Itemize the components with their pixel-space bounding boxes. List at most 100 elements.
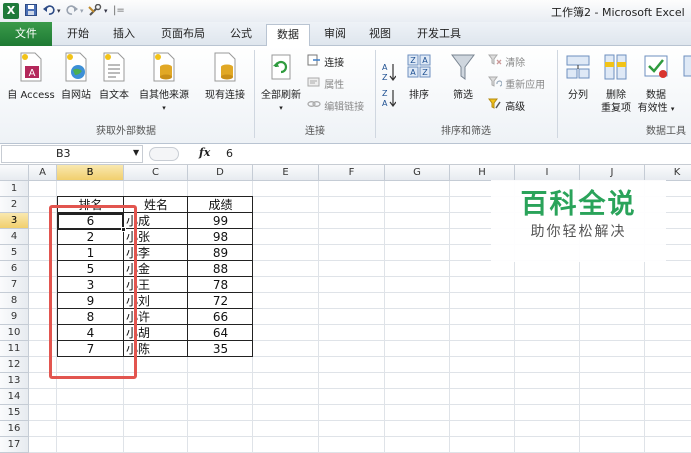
row-header-13[interactable]: 13 (0, 373, 29, 389)
reapply-label: 重新应用 (505, 80, 546, 91)
sort-label: 排序 (409, 90, 429, 101)
from-access-label: 自 Access (7, 90, 55, 101)
redo-icon[interactable] (66, 4, 78, 20)
excel-logo-icon[interactable]: X (3, 3, 19, 19)
reapply-filter-icon (488, 76, 505, 91)
row-header-7[interactable]: 7 (0, 277, 29, 293)
column-header-e[interactable]: E (253, 165, 319, 181)
table-header-score[interactable]: 成绩 (188, 197, 253, 213)
row-header-6[interactable]: 6 (0, 261, 29, 277)
from-text-button[interactable]: 自文本 (96, 52, 132, 102)
table-cell-score[interactable]: 66 (188, 309, 253, 325)
data-validation-button[interactable]: 数据 有效性 ▾ (636, 52, 676, 116)
tab-data[interactable]: 数据 (266, 24, 310, 47)
table-border (252, 196, 253, 357)
ribbon-tabs: 文件 开始 插入 页面布局 公式 数据 审阅 视图 开发工具 (0, 22, 691, 47)
row-header-10[interactable]: 10 (0, 325, 29, 341)
row-header-11[interactable]: 11 (0, 341, 29, 357)
filter-button[interactable]: 筛选 (445, 52, 481, 102)
consolidate-icon (682, 52, 691, 86)
consolidate-button[interactable] (682, 52, 691, 89)
table-cell-score[interactable]: 64 (188, 325, 253, 341)
tab-file[interactable]: 文件 (0, 22, 52, 46)
tab-insert[interactable]: 插入 (106, 24, 142, 46)
tab-home[interactable]: 开始 (60, 24, 96, 46)
gridline (384, 181, 385, 453)
clear-button[interactable]: 清除 (488, 54, 525, 71)
sort-descending-button[interactable]: ZA (382, 88, 397, 111)
text-to-columns-label: 分列 (568, 90, 588, 101)
sort-button[interactable]: ZAAZ 排序 (402, 52, 436, 102)
row-header-9[interactable]: 9 (0, 309, 29, 325)
properties-label: 属性 (324, 80, 345, 91)
column-header-b[interactable]: B (57, 165, 124, 181)
refresh-all-button[interactable]: 全部刷新 ▾ (258, 52, 304, 115)
undo-dropdown-icon[interactable]: ▾ (57, 4, 61, 18)
row-header-8[interactable]: 8 (0, 293, 29, 309)
from-other-sources-button[interactable]: 自其他来源 ▾ (134, 52, 194, 115)
row-header-3[interactable]: 3 (0, 213, 29, 229)
text-file-icon (96, 52, 132, 86)
column-header-j[interactable]: J (580, 165, 645, 181)
table-cell-score[interactable]: 98 (188, 229, 253, 245)
table-cell-score[interactable]: 72 (188, 293, 253, 309)
existing-connections-button[interactable]: 现有连接 (200, 52, 250, 102)
column-header-f[interactable]: F (319, 165, 385, 181)
formula-input[interactable]: 6 (226, 147, 233, 160)
svg-text:Z: Z (410, 56, 416, 65)
column-header-d[interactable]: D (188, 165, 253, 181)
row-header-12[interactable]: 12 (0, 357, 29, 373)
insert-function-icon[interactable]: fx (199, 146, 210, 159)
row-header-2[interactable]: 2 (0, 197, 29, 213)
tab-review[interactable]: 审阅 (317, 24, 353, 46)
connections-button[interactable]: 连接 (307, 54, 344, 71)
data-validation-label-line1: 数据 (646, 90, 666, 101)
tools-dropdown-icon[interactable]: ▾ (104, 4, 108, 18)
chevron-down-icon[interactable]: ▼ (133, 148, 139, 157)
save-icon[interactable] (25, 4, 37, 20)
tab-page-layout[interactable]: 页面布局 (153, 24, 213, 46)
row-header-15[interactable]: 15 (0, 405, 29, 421)
from-access-button[interactable]: A 自 Access (4, 52, 58, 102)
table-cell-score[interactable]: 99 (188, 213, 253, 229)
qat-customize[interactable]: |= (113, 4, 125, 18)
undo-icon[interactable] (43, 4, 55, 20)
sort-dialog-icon: ZAAZ (402, 52, 436, 86)
properties-button[interactable]: 属性 (307, 76, 344, 93)
table-cell-score[interactable]: 35 (188, 341, 253, 357)
table-cell-score[interactable]: 89 (188, 245, 253, 261)
table-cell-score[interactable]: 88 (188, 261, 253, 277)
sort-ascending-button[interactable]: AZ (382, 62, 397, 85)
column-header-i[interactable]: I (515, 165, 580, 181)
from-web-button[interactable]: 自网站 (58, 52, 94, 102)
name-box[interactable]: B3 (1, 145, 143, 163)
tools-icon[interactable] (88, 3, 102, 21)
row-header-14[interactable]: 14 (0, 389, 29, 405)
table-cell-score[interactable]: 78 (188, 277, 253, 293)
edit-links-button[interactable]: 编辑链接 (307, 98, 364, 115)
column-header-h[interactable]: H (450, 165, 515, 181)
redo-dropdown-icon[interactable]: ▾ (80, 4, 84, 18)
svg-text:Z: Z (382, 73, 388, 82)
row-header-1[interactable]: 1 (0, 181, 29, 197)
tab-developer[interactable]: 开发工具 (409, 24, 469, 46)
tab-formulas[interactable]: 公式 (223, 24, 259, 46)
column-header-c[interactable]: C (124, 165, 188, 181)
gridline (318, 181, 319, 453)
text-to-columns-button[interactable]: 分列 (562, 52, 594, 102)
tab-view[interactable]: 视图 (362, 24, 398, 46)
remove-duplicates-button[interactable]: 删除 重复项 (598, 52, 634, 115)
title-bar: X ▾ ▾ ▾ |= 工作簿2 - Microsoft Excel (0, 0, 691, 22)
column-header-g[interactable]: G (385, 165, 450, 181)
column-header-k[interactable]: K (645, 165, 691, 181)
reapply-button[interactable]: 重新应用 (488, 76, 545, 93)
svg-text:Z: Z (382, 89, 388, 98)
chain-link-icon (307, 101, 324, 113)
row-header-17[interactable]: 17 (0, 437, 29, 453)
column-header-a[interactable]: A (29, 165, 57, 181)
advanced-filter-button[interactable]: 高级 (488, 98, 525, 115)
select-all-corner[interactable] (0, 165, 29, 181)
row-header-16[interactable]: 16 (0, 421, 29, 437)
row-header-5[interactable]: 5 (0, 245, 29, 261)
row-header-4[interactable]: 4 (0, 229, 29, 245)
